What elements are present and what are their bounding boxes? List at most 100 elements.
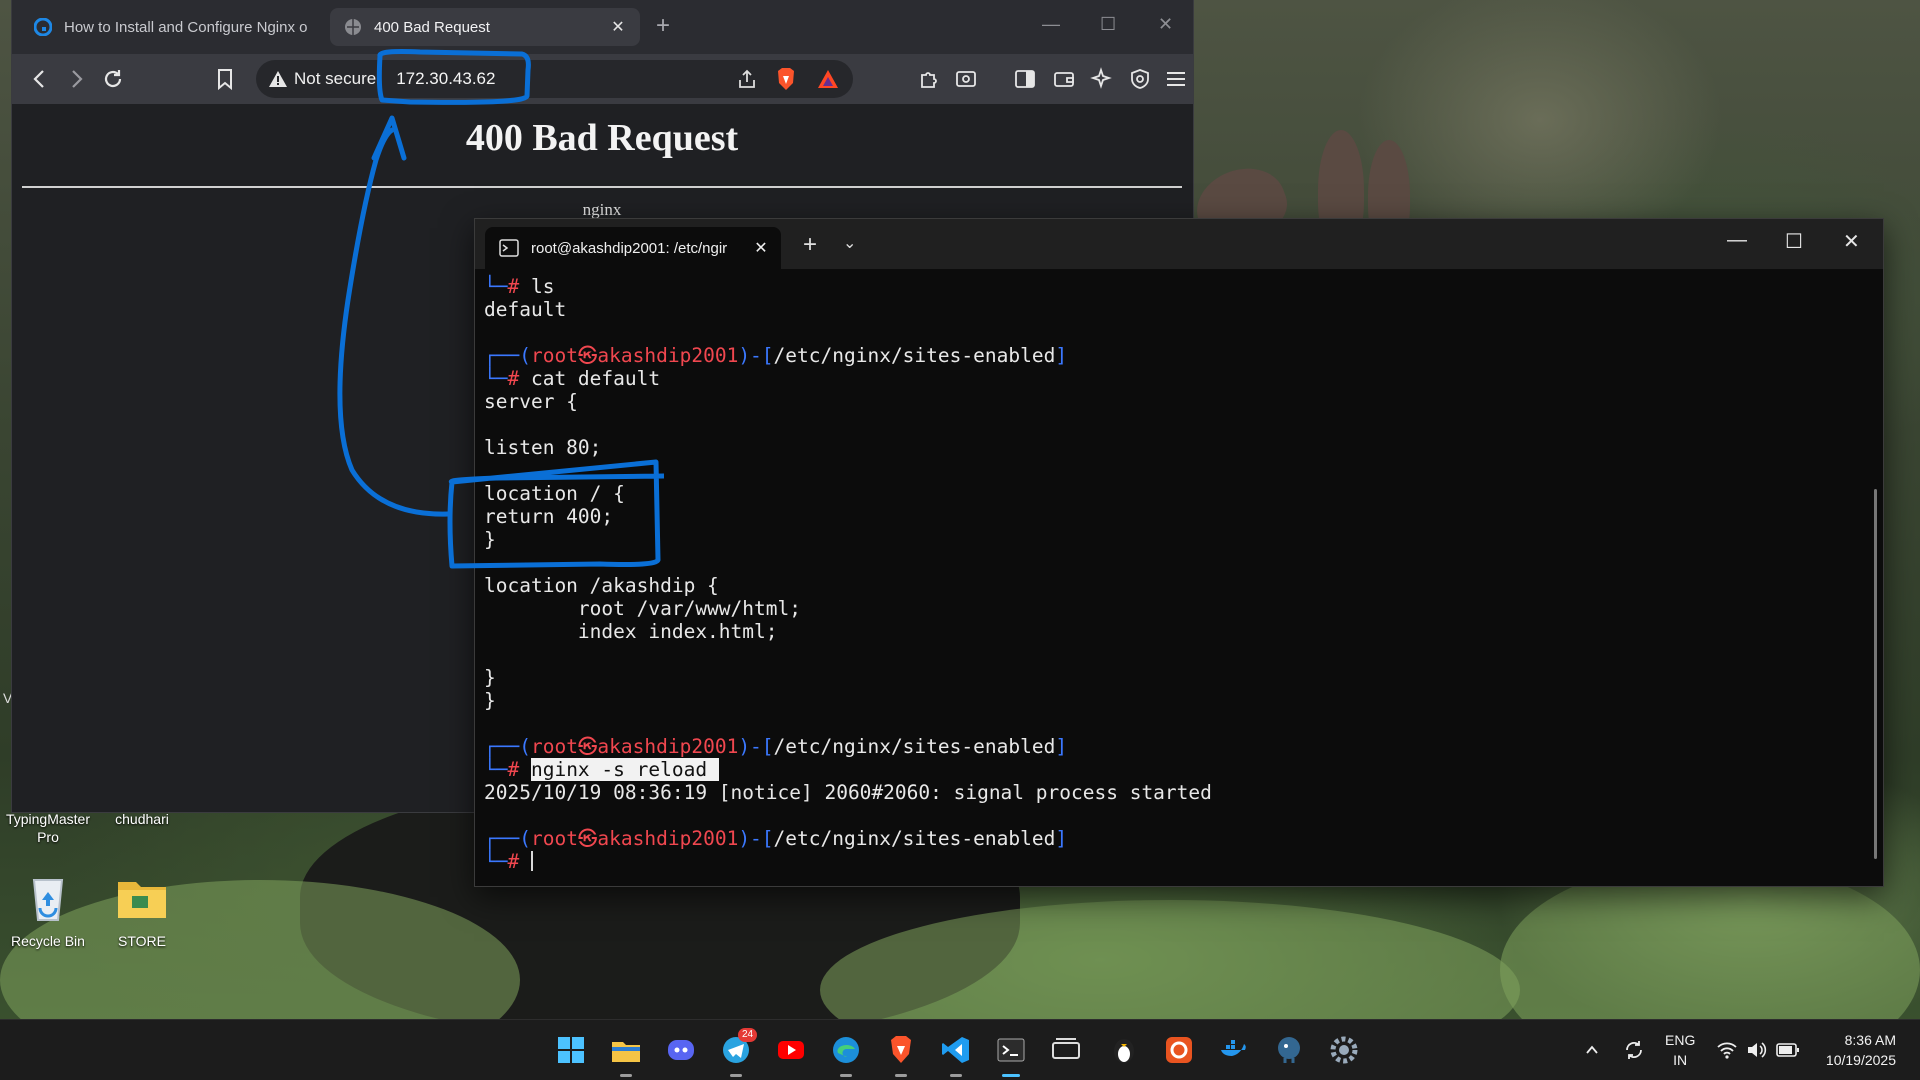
maximize-icon[interactable]: ☐: [1785, 229, 1803, 254]
clock[interactable]: 8:36 AM 10/19/2025: [1826, 1030, 1896, 1070]
language-indicator[interactable]: ENG IN: [1665, 1030, 1695, 1070]
server-signature: nginx: [582, 200, 622, 219]
brave-shield-icon[interactable]: [775, 67, 797, 91]
terminal-text-segment: /etc/nginx/sites-enabled: [773, 735, 1056, 758]
terminal-text-segment: #: [507, 367, 531, 390]
close-window-icon[interactable]: ✕: [1158, 14, 1173, 35]
close-icon[interactable]: ✕: [749, 238, 773, 258]
sidebar-icon[interactable]: [1013, 67, 1037, 91]
new-tab-button[interactable]: +: [656, 14, 670, 38]
leo-icon[interactable]: [1089, 67, 1113, 91]
terminal-text-segment: ┌──(: [484, 735, 531, 758]
time-text: 8:36 AM: [1844, 1032, 1896, 1048]
taskbar-app-linux-penguin[interactable]: [1108, 1034, 1140, 1066]
terminal-text-segment: ]: [1055, 827, 1068, 850]
menu-icon[interactable]: [1164, 67, 1188, 91]
chevron-up-icon[interactable]: [1584, 1042, 1600, 1058]
wifi-icon[interactable]: [1716, 1040, 1738, 1060]
taskbar-app-postgresql[interactable]: [1273, 1034, 1305, 1066]
new-terminal-tab-button[interactable]: +: [803, 231, 817, 259]
reader-icon[interactable]: [954, 67, 978, 91]
vpn-icon[interactable]: [1128, 67, 1152, 91]
page-divider: [22, 186, 1182, 188]
sync-icon[interactable]: [1622, 1038, 1646, 1062]
reload-icon[interactable]: [101, 67, 125, 91]
terminal-text-segment: }: [484, 528, 496, 551]
desktop-icon-recycle-bin[interactable]: Recycle Bin: [0, 868, 96, 949]
terminal-text-segment: root㉿akashdip2001: [530, 344, 739, 367]
taskbar-app-telegram[interactable]: 24: [720, 1028, 758, 1077]
taskbar-app-file-explorer[interactable]: [610, 1034, 642, 1077]
taskbar-app-start[interactable]: [555, 1034, 587, 1066]
terminal-icon: [997, 1038, 1025, 1062]
terminal-scrollbar[interactable]: [1874, 489, 1877, 859]
maximize-icon[interactable]: ☐: [1100, 14, 1116, 35]
page-heading: 400 Bad Request: [465, 117, 739, 159]
recycle-bin-label: Recycle Bin: [11, 933, 85, 949]
taskbar-app-terminal[interactable]: [995, 1034, 1027, 1077]
wallet-icon[interactable]: [1052, 67, 1076, 91]
youtube-icon: [778, 1041, 804, 1059]
extensions-icon[interactable]: [917, 67, 941, 91]
minimize-icon[interactable]: —: [1727, 229, 1747, 252]
terminal-line: 2025/10/19 08:36:19 [notice] 2060#2060: …: [484, 781, 1867, 804]
ubuntu-icon: [1166, 1037, 1192, 1063]
back-icon[interactable]: [28, 67, 52, 91]
close-icon[interactable]: ✕: [606, 17, 630, 37]
terminal-text-segment: └─: [484, 275, 508, 298]
terminal-text-segment: root /var/www/html;: [484, 597, 801, 620]
taskbar-app-wsl[interactable]: [1050, 1034, 1082, 1066]
tab-nginx-guide[interactable]: How to Install and Configure Nginx o: [20, 8, 330, 46]
terminal-text-segment: #: [507, 850, 531, 873]
terminal-tab-title: root@akashdip2001: /etc/ngir: [531, 239, 728, 257]
running-indicator: [950, 1074, 962, 1077]
running-indicator: [840, 1074, 852, 1077]
wsl-icon: [1052, 1038, 1080, 1059]
taskbar-app-discord[interactable]: [665, 1034, 697, 1066]
chevron-down-icon[interactable]: ⌄: [843, 233, 856, 253]
terminal-line: └─# cat default: [484, 367, 1867, 390]
terminal-tab[interactable]: root@akashdip2001: /etc/ngir ✕: [485, 227, 781, 269]
battery-icon[interactable]: [1776, 1042, 1800, 1058]
bat-rewards-icon[interactable]: [817, 68, 839, 90]
taskbar-app-edge[interactable]: [830, 1034, 862, 1077]
store-folder-label: STORE: [118, 933, 166, 949]
terminal-output[interactable]: └─# ls default ┌──(root㉿akashdip2001)-[/et…: [484, 275, 1867, 886]
url-text[interactable]: 172.30.43.62: [396, 69, 495, 89]
address-bar[interactable]: Not secure 172.30.43.62: [256, 60, 853, 98]
close-window-icon[interactable]: ✕: [1843, 229, 1860, 254]
desktop-icon-typingmaster-label[interactable]: TypingMaster Pro: [0, 810, 96, 846]
volume-icon[interactable]: [1746, 1040, 1768, 1060]
desktop-icon-store[interactable]: STORE: [94, 868, 190, 949]
terminal-text-segment: index index.html;: [484, 620, 778, 643]
tab-400-bad-request[interactable]: 400 Bad Request ✕: [330, 8, 640, 46]
taskbar-app-docker[interactable]: [1218, 1034, 1250, 1066]
taskbar-app-youtube[interactable]: [775, 1034, 807, 1066]
terminal-line: server {: [484, 390, 1867, 413]
terminal-text-segment: root㉿akashdip2001: [530, 827, 739, 850]
warning-icon: [269, 71, 287, 87]
browser-toolbar: Not secure 172.30.43.62: [12, 54, 1193, 104]
terminal-text-segment: ]: [1055, 344, 1068, 367]
taskbar-app-settings[interactable]: [1328, 1034, 1360, 1066]
terminal-text-segment: #: [507, 275, 531, 298]
terminal-text-segment: 2025/10/19 08:36:19 [notice] 2060#2060: …: [484, 781, 1212, 804]
taskbar-app-ubuntu[interactable]: [1163, 1034, 1195, 1066]
bookmark-icon[interactable]: [213, 67, 237, 91]
vscode-icon: [942, 1037, 969, 1063]
terminal-text-segment: nginx -s reload: [530, 758, 719, 781]
discord-icon: [668, 1040, 694, 1060]
taskbar-app-vscode[interactable]: [940, 1034, 972, 1077]
docker-icon: [1221, 1040, 1246, 1056]
share-icon[interactable]: [736, 68, 758, 90]
terminal-line: ┌──(root㉿akashdip2001)-[/etc/nginx/sites…: [484, 827, 1867, 850]
terminal-text-segment: └─: [484, 850, 508, 873]
minimize-icon[interactable]: —: [1042, 14, 1060, 35]
security-status[interactable]: Not secure: [294, 69, 376, 89]
brave-icon: [891, 1036, 911, 1063]
forward-icon[interactable]: [64, 67, 88, 91]
taskbar-app-brave[interactable]: [885, 1034, 917, 1077]
